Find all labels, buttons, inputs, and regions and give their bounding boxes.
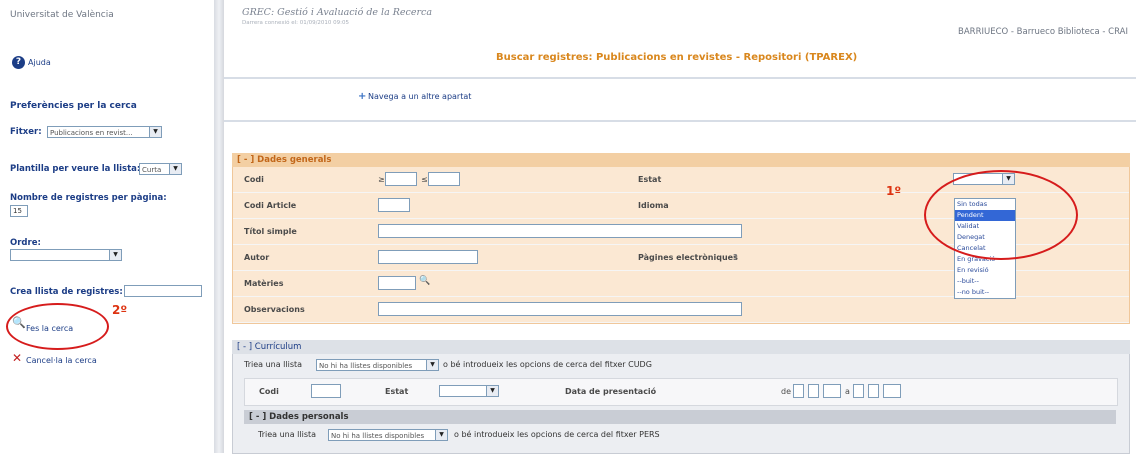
codi-article-label: Codi Article — [244, 201, 297, 210]
close-icon[interactable]: ✕ — [12, 351, 22, 365]
codi-from-input[interactable] — [385, 172, 417, 186]
crea-llista-label: Crea llista de registres: — [10, 287, 123, 297]
titol-input[interactable] — [378, 224, 742, 238]
chevron-down-icon: ▼ — [109, 250, 121, 260]
date-from-year[interactable] — [823, 384, 841, 398]
magnifier-icon[interactable]: 🔍 — [419, 276, 430, 286]
app-title: GREC: Gestió i Avaluació de la Recerca — [242, 7, 433, 18]
tria-llista-label: Triea una llista — [244, 360, 303, 369]
date-from-month[interactable] — [808, 384, 819, 398]
nombre-registres-label: Nombre de registres per pàgina: — [10, 193, 167, 203]
main-content: GREC: Gestió i Avaluació de la Recerca D… — [224, 0, 1136, 454]
plantilla-select[interactable]: Curta ▼ — [139, 163, 182, 175]
materies-input[interactable] — [378, 276, 416, 290]
nombre-registres-input[interactable]: 15 — [10, 205, 28, 217]
personals-intro: o bé introdueix les opcions de cerca del… — [454, 430, 660, 439]
annotation-ellipse-1 — [924, 170, 1078, 260]
institution-name: Universitat de València — [10, 10, 114, 20]
fitxer-select[interactable]: Publicacions en revist... ▼ — [47, 126, 162, 138]
codi-article-input[interactable] — [378, 198, 410, 212]
ordre-select[interactable]: ▼ — [10, 249, 122, 261]
chevron-down-icon: ▼ — [435, 430, 447, 440]
curriculum-estat-select[interactable]: ▼ — [439, 385, 499, 397]
fitxer-label: Fitxer: — [10, 127, 42, 137]
sidebar-divider — [214, 0, 224, 453]
codi-from-prefix: ≥ — [378, 175, 385, 184]
codi-to-input[interactable] — [428, 172, 460, 186]
date-from-prefix: de — [781, 387, 791, 396]
help-icon[interactable]: ? — [12, 56, 25, 69]
row-observacions: Observacions — [233, 297, 1129, 323]
estat-label: Estat — [385, 387, 409, 396]
date-to-year[interactable] — [883, 384, 901, 398]
date-to-prefix: a — [845, 387, 850, 396]
curriculum-intro: o bé introdueix les opcions de cerca del… — [443, 360, 652, 369]
section-header[interactable]: [ - ] Dades personals — [244, 410, 1116, 424]
section-body: Triea una llista No hi ha llistes dispon… — [244, 424, 1116, 444]
ordre-label: Ordre: — [10, 238, 41, 248]
divider — [224, 120, 1136, 122]
personals-list-select[interactable]: No hi ha llistes disponibles ▼ — [328, 429, 448, 441]
crea-llista-input[interactable] — [124, 285, 202, 297]
curriculum-fields-row: Codi Estat ▼ Data de presentació de a — [244, 378, 1118, 406]
curriculum-list-select[interactable]: No hi ha llistes disponibles ▼ — [316, 359, 439, 371]
estat-label: Estat — [638, 175, 662, 184]
observacions-label: Observacions — [244, 305, 305, 314]
materies-label: Matèries — [244, 279, 284, 288]
titol-label: Títol simple — [244, 227, 297, 236]
page-title: Buscar registres: Publicacions en revist… — [496, 52, 858, 63]
chevron-down-icon: ▼ — [149, 127, 161, 137]
chevron-down-icon: ▼ — [426, 360, 438, 370]
codi-to-prefix: ≤ — [421, 175, 428, 184]
autor-label: Autor — [244, 253, 270, 262]
cancel-link[interactable]: Cancel·la la cerca — [26, 356, 97, 365]
autor-input[interactable] — [378, 250, 478, 264]
help-link[interactable]: Ajuda — [28, 58, 51, 67]
pagines-label: Pàgines electròniques — [638, 253, 738, 262]
chevron-down-icon: ▼ — [169, 164, 181, 174]
curriculum-codi-input[interactable] — [311, 384, 341, 398]
help-icon[interactable]: ? — [733, 253, 738, 262]
codi-label: Codi — [259, 387, 279, 396]
data-presentacio-label: Data de presentació — [565, 387, 657, 396]
search-preferences-title: Preferències per la cerca — [10, 101, 137, 111]
dropdown-option[interactable]: --no buit-- — [955, 287, 1015, 298]
section-header[interactable]: [ - ] Dades generals — [232, 153, 1130, 167]
chevron-down-icon: ▼ — [486, 386, 498, 396]
date-to-month[interactable] — [868, 384, 879, 398]
annotation-2-label: 2º — [112, 303, 128, 317]
idioma-label: Idioma — [638, 201, 669, 210]
annotation-ellipse-2 — [6, 303, 109, 350]
nav-link[interactable]: Navega a un altre apartat — [368, 92, 471, 101]
section-body: Triea una llista No hi ha llistes dispon… — [232, 354, 1130, 454]
tria-llista-label: Triea una llista — [258, 430, 317, 439]
section-dades-personals: [ - ] Dades personals Triea una llista N… — [244, 410, 1116, 444]
codi-label: Codi — [244, 175, 264, 184]
section-curriculum: [ - ] Currículum Triea una llista No hi … — [232, 340, 1130, 454]
annotation-1-label: 1º — [886, 184, 902, 198]
section-header[interactable]: [ - ] Currículum — [232, 340, 1130, 354]
observacions-input[interactable] — [378, 302, 742, 316]
user-info: BARRIUECO - Barrueco Biblioteca - CRAI — [958, 27, 1128, 37]
date-from-day[interactable] — [793, 384, 804, 398]
sidebar: Universitat de València ? Ajuda Preferèn… — [0, 0, 214, 453]
last-connection: Darrera connexió el: 01/09/2010 09:05 — [242, 20, 350, 26]
plantilla-label: Plantilla per veure la llista: — [10, 164, 141, 174]
plus-icon[interactable]: + — [358, 91, 366, 102]
divider — [224, 77, 1136, 79]
dropdown-option[interactable]: En revisió — [955, 265, 1015, 276]
date-to-day[interactable] — [853, 384, 864, 398]
dropdown-option[interactable]: --buit-- — [955, 276, 1015, 287]
